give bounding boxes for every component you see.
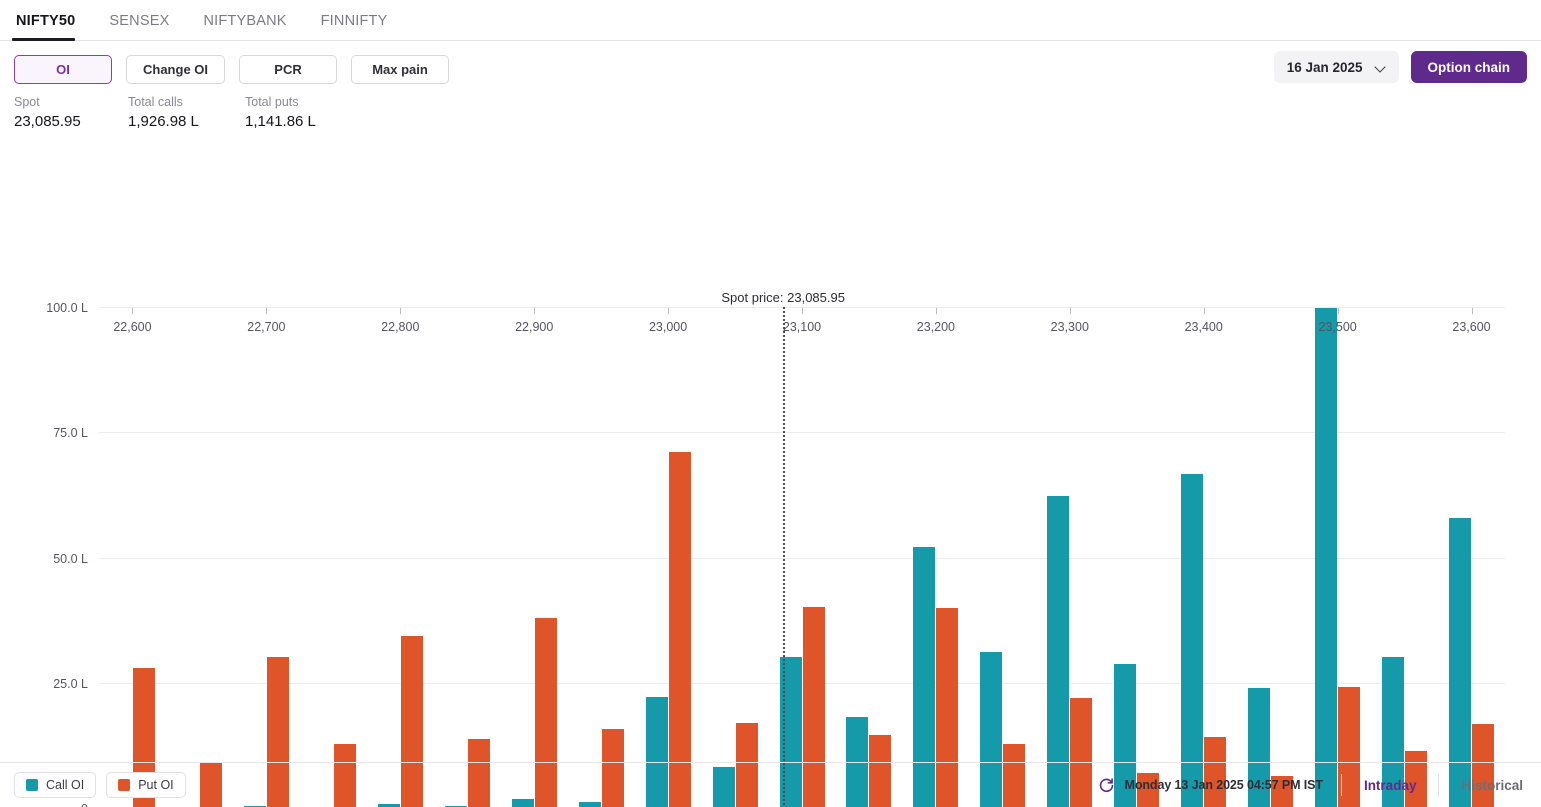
x-axis-tick-label: 22,600 bbox=[113, 320, 152, 334]
stat-spot: Spot 23,085.95 bbox=[14, 94, 128, 133]
pcr-button-label: PCR bbox=[274, 61, 302, 77]
last-updated-timestamp: Monday 13 Jan 2025 04:57 PM IST bbox=[1124, 778, 1323, 792]
y-axis-tick-label: 75.0 L bbox=[53, 426, 88, 441]
stat-label: Total calls bbox=[128, 95, 183, 109]
option-chain-label: Option chain bbox=[1427, 59, 1511, 75]
x-axis-tick-label: 23,200 bbox=[916, 320, 956, 334]
x-axis-tick-label: 23,000 bbox=[648, 320, 688, 334]
tab-finnifty[interactable]: FINNIFTY bbox=[321, 13, 412, 40]
x-axis-tick bbox=[1069, 308, 1071, 314]
tab-sensex[interactable]: SENSEX bbox=[109, 13, 193, 40]
chart-legend: Call OI Put OI bbox=[14, 772, 186, 798]
call-oi-color-swatch bbox=[26, 779, 38, 791]
call-oi-bar[interactable] bbox=[1047, 495, 1070, 807]
stat-total-calls: Total calls 1,926.98 L bbox=[128, 94, 245, 133]
plot-area: 22,600 22,700 22,800 22,900 23,000 23,100 23,2… bbox=[99, 290, 1505, 807]
oi-button-label: OI bbox=[56, 61, 70, 77]
legend-put-oi[interactable]: Put OI bbox=[106, 772, 186, 798]
footer-divider bbox=[1340, 774, 1342, 796]
footer-tab-intraday[interactable]: Intraday bbox=[1360, 778, 1421, 793]
x-axis-tick-label: 22,900 bbox=[515, 320, 554, 334]
x-axis-tick-label: 23,400 bbox=[1184, 320, 1223, 334]
expiry-date-label: 16 Jan 2025 bbox=[1286, 59, 1363, 75]
legend-label: Put OI bbox=[138, 778, 174, 792]
x-axis-tick-label: 23,100 bbox=[782, 320, 822, 334]
expiry-date-dropdown[interactable]: 16 Jan 2025 bbox=[1273, 51, 1399, 83]
x-axis-tick bbox=[400, 308, 402, 314]
oi-bar-chart: 025.0 L50.0 L75.0 L100.0 L 22,60022,7002… bbox=[0, 135, 1541, 807]
refresh-icon[interactable] bbox=[1098, 777, 1115, 794]
put-oi-color-swatch bbox=[118, 779, 131, 791]
put-oi-bar[interactable] bbox=[668, 452, 691, 807]
max-pain-button-label: Max pain bbox=[372, 61, 428, 77]
spot-price-label: Spot price: 23,085.95 bbox=[721, 290, 845, 305]
stat-value: 1,141.86 L bbox=[245, 113, 316, 130]
spot-price-line bbox=[783, 307, 786, 807]
x-axis-tick bbox=[935, 308, 937, 314]
index-tab-bar: NIFTY50 SENSEX NIFTYBANK FINNIFTY bbox=[0, 0, 1541, 41]
x-axis-tick-label: 22,700 bbox=[247, 320, 286, 334]
x-axis-tick-label: 23,600 bbox=[1452, 320, 1491, 334]
stat-value: 23,085.95 bbox=[14, 113, 81, 130]
tab-nifty50[interactable]: NIFTY50 bbox=[11, 13, 99, 41]
x-axis-tick bbox=[266, 308, 268, 314]
x-axis-tick-label: 22,800 bbox=[381, 320, 420, 334]
change-oi-button[interactable]: Change OI bbox=[126, 54, 226, 84]
tab-label: NIFTYBANK bbox=[203, 13, 287, 29]
call-oi-bar[interactable] bbox=[1181, 474, 1204, 807]
footer-right: Monday 13 Jan 2025 04:57 PM IST Intraday… bbox=[1098, 774, 1527, 796]
x-axis-tick bbox=[1337, 308, 1339, 314]
x-axis-tick bbox=[1471, 308, 1473, 314]
chevron-down-icon bbox=[1376, 62, 1386, 72]
stat-value: 1,926.98 L bbox=[128, 113, 199, 130]
tab-label: SENSEX bbox=[109, 13, 170, 29]
y-axis-tick-label: 50.0 L bbox=[53, 551, 88, 566]
y-axis-tick-label: 25.0 L bbox=[53, 676, 88, 691]
stat-label: Total puts bbox=[245, 95, 299, 109]
right-controls: 16 Jan 2025 Option chain bbox=[1273, 51, 1527, 83]
stat-total-puts: Total puts 1,141.86 L bbox=[245, 94, 316, 133]
y-axis-tick-label: 100.0 L bbox=[46, 301, 88, 315]
x-axis-tick bbox=[802, 308, 803, 314]
stat-label: Spot bbox=[14, 95, 40, 109]
tab-label: NIFTY50 bbox=[16, 13, 76, 29]
max-pain-button[interactable]: Max pain bbox=[351, 54, 450, 84]
legend-call-oi[interactable]: Call OI bbox=[14, 772, 97, 798]
oi-button[interactable]: OI bbox=[14, 54, 112, 84]
option-chain-button[interactable]: Option chain bbox=[1410, 51, 1527, 83]
footer-tab-historical[interactable]: Historical bbox=[1457, 778, 1527, 793]
x-axis-tick bbox=[668, 308, 670, 314]
bar-series bbox=[99, 308, 1505, 807]
x-axis-tick bbox=[534, 308, 536, 314]
pcr-button[interactable]: PCR bbox=[239, 54, 338, 84]
tab-label: FINNIFTY bbox=[320, 13, 388, 29]
legend-label: Call OI bbox=[46, 778, 85, 792]
x-axis-tick bbox=[1203, 308, 1205, 314]
call-oi-bar[interactable] bbox=[1315, 308, 1338, 807]
tab-niftybank[interactable]: NIFTYBANK bbox=[203, 13, 310, 40]
chart-footer: Call OI Put OI Monday 13 Jan 2025 04:57 … bbox=[0, 762, 1541, 807]
metric-control-row: OI Change OI PCR Max pain 16 Jan 2025 Op… bbox=[0, 41, 1541, 85]
footer-divider bbox=[1438, 774, 1440, 796]
change-oi-button-label: Change OI bbox=[143, 61, 209, 77]
x-axis-tick bbox=[132, 308, 134, 314]
summary-stats: Spot 23,085.95 Total calls 1,926.98 L To… bbox=[0, 85, 1541, 133]
x-axis-tick-label: 23,300 bbox=[1050, 320, 1089, 334]
x-axis-tick-label: 23,500 bbox=[1318, 320, 1357, 334]
